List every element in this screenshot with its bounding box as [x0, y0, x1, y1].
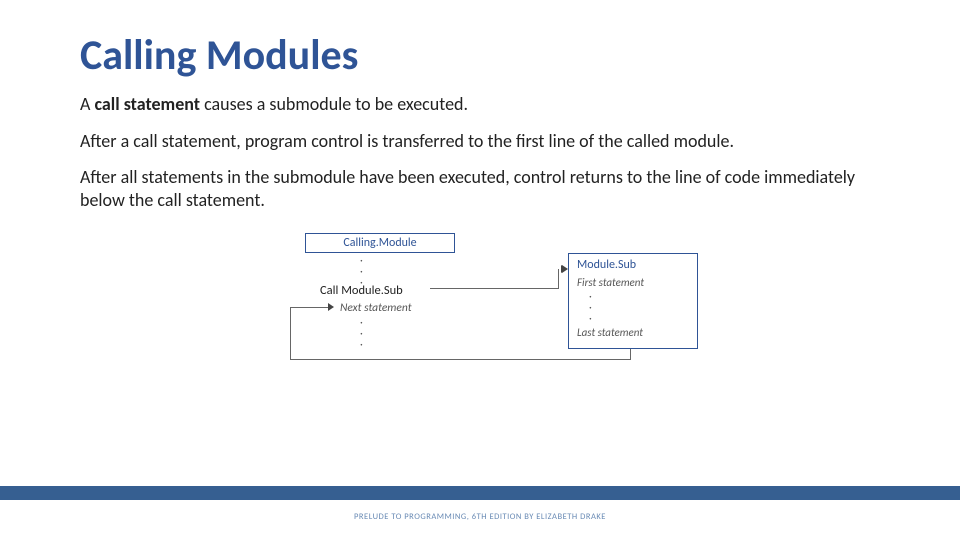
p1-bold: call statement: [94, 93, 200, 115]
footer-attribution: PRELUDE TO PROGRAMMING, 6TH EDITION BY E…: [0, 512, 960, 522]
next-statement-text: Next statement: [340, 301, 412, 315]
p1-post: causes a submodule to be executed.: [200, 93, 468, 115]
return-arrow-head: [328, 303, 334, 311]
calling-dots-2: ···: [360, 317, 363, 350]
sub-module-label: Module.Sub: [577, 258, 689, 272]
slide-content: Calling Modules A call statement causes …: [0, 0, 960, 370]
paragraph-2: After a call statement, program control …: [80, 130, 880, 153]
flow-diagram: Calling.Module ··· Call Module.Sub Next …: [170, 225, 790, 370]
calling-module-box: Calling.Module: [305, 233, 455, 253]
sub-dots: ···: [589, 291, 689, 324]
first-statement-text: First statement: [577, 276, 689, 289]
call-statement-text: Call Module.Sub: [320, 283, 403, 298]
last-statement-text: Last statement: [577, 326, 689, 339]
return-arrow-down: [630, 349, 631, 359]
return-arrow-h: [290, 359, 631, 360]
arrow-to-sub: [430, 288, 558, 289]
p1-pre: A: [80, 93, 94, 115]
arrow-to-sub-v: [558, 269, 559, 289]
paragraph-1: A call statement causes a submodule to b…: [80, 93, 880, 116]
slide-title: Calling Modules: [80, 30, 880, 81]
paragraph-3: After all statements in the submodule ha…: [80, 166, 880, 211]
return-arrow-up: [290, 307, 291, 360]
sub-module-box: Module.Sub First statement ··· Last stat…: [568, 253, 698, 349]
arrow-into-sub-head: [562, 265, 568, 273]
return-arrow-h2: [290, 307, 330, 308]
footer-accent-bar: [0, 486, 960, 500]
